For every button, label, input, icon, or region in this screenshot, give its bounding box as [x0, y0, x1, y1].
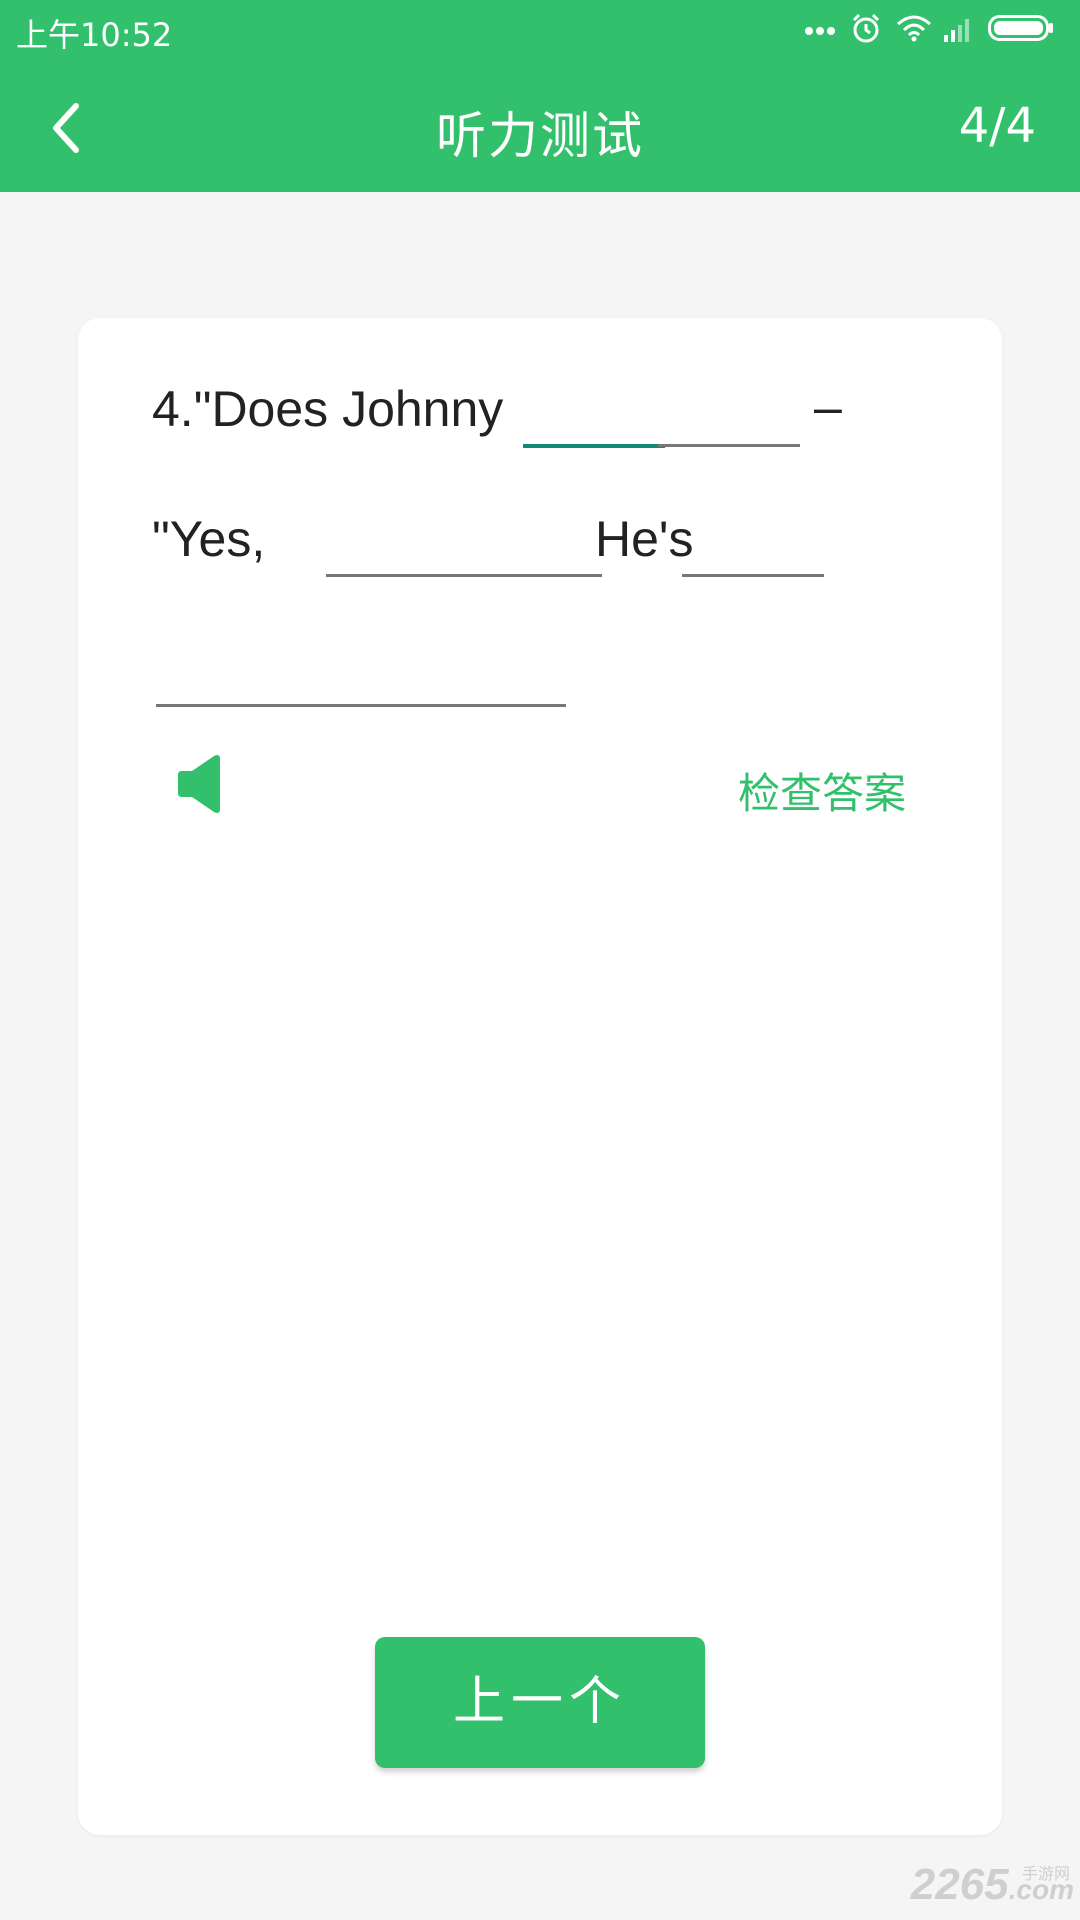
question-line-1: 4."Does Johnny – [152, 379, 952, 464]
alarm-icon [852, 13, 880, 43]
answer-blank-2[interactable] [658, 444, 800, 447]
answer-blank-1[interactable] [523, 444, 665, 448]
answer-text-start: "Yes, [152, 511, 266, 567]
check-answer-button[interactable]: 检查答案 [738, 760, 906, 821]
page-title: 听力测试 [436, 107, 644, 165]
question-text-start: 4."Does Johnny [152, 381, 504, 437]
question-card: 4."Does Johnny – "Yes, He's 检查答案 上一个 [78, 318, 1002, 1835]
app-header: 上午10:52 听力测试 4/4 [0, 0, 1080, 192]
status-icons [804, 12, 1064, 46]
previous-button[interactable]: 上一个 [375, 1637, 705, 1768]
wifi-icon [897, 15, 931, 42]
watermark-logo: 2265.com 手游网 [911, 1860, 1074, 1910]
question-progress: 4/4 [958, 98, 1036, 154]
answer-blank-7[interactable] [290, 704, 432, 707]
more-dots-icon [805, 27, 835, 35]
status-bar: 上午10:52 [0, 0, 1080, 56]
answer-text-mid: He's [595, 511, 694, 567]
answer-blank-6[interactable] [156, 704, 298, 707]
signal-icon [944, 19, 969, 42]
answer-blank-4[interactable] [460, 574, 602, 577]
toolbar: 听力测试 4/4 [0, 56, 1080, 192]
battery-icon [988, 15, 1053, 41]
answer-blank-8[interactable] [424, 704, 566, 707]
question-line-3 [152, 644, 952, 724]
question-line-2: "Yes, He's [152, 511, 952, 594]
watermark-brand: 2265 [910, 1860, 1009, 1909]
question-dash: – [814, 379, 842, 435]
answer-blank-5[interactable] [682, 574, 824, 577]
answer-blank-3[interactable] [326, 574, 468, 577]
watermark-site-label: 手游网 [1021, 1866, 1070, 1883]
speaker-icon [178, 755, 220, 813]
play-audio-button[interactable] [174, 753, 228, 815]
status-time: 上午10:52 [16, 16, 173, 54]
